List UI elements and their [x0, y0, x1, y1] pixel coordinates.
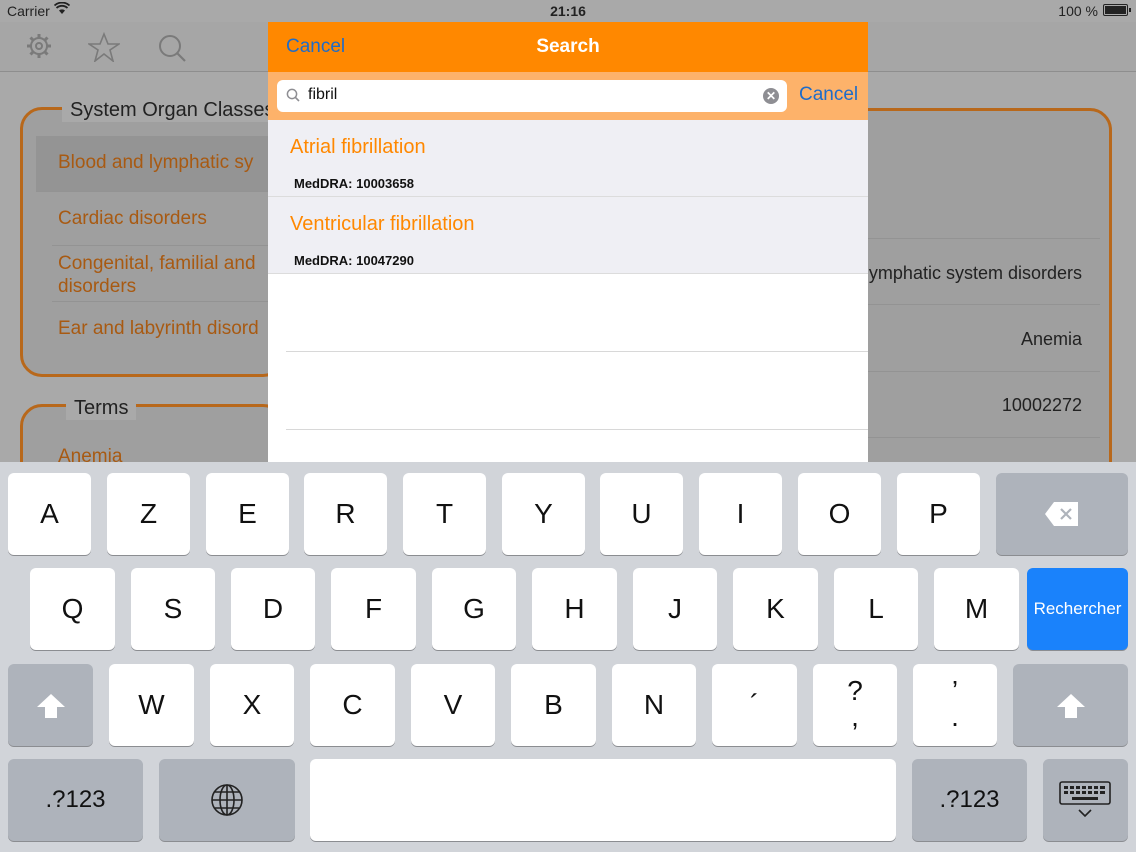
- globe-key[interactable]: [159, 759, 295, 841]
- key-m[interactable]: M: [934, 568, 1019, 650]
- key-question-comma[interactable]: ? ,: [813, 664, 897, 746]
- status-bar: Carrier 21:16 100 %: [0, 0, 1136, 22]
- key-h[interactable]: H: [532, 568, 617, 650]
- key-r[interactable]: R: [304, 473, 387, 555]
- globe-icon: [211, 784, 243, 816]
- search-bar: fibril ✕ Cancel: [268, 72, 868, 120]
- soc-panel-title: System Organ Classes: [62, 99, 283, 122]
- search-cancel-button[interactable]: Cancel: [799, 84, 858, 106]
- popover-title: Search: [536, 36, 600, 57]
- key-e[interactable]: E: [206, 473, 289, 555]
- shift-key-right[interactable]: [1013, 664, 1128, 746]
- search-input[interactable]: fibril ✕: [277, 80, 787, 112]
- search-popover: Cancel Search fibril ✕ Cancel Atrial fib…: [268, 22, 868, 462]
- search-icon[interactable]: [156, 32, 186, 62]
- key-p[interactable]: P: [897, 473, 980, 555]
- keyboard: A Z E R T Y U I O P Q S D F G H J K L M …: [0, 462, 1136, 852]
- shift-key[interactable]: [8, 664, 93, 746]
- shift-icon: [1057, 694, 1085, 718]
- list-item[interactable]: Ear and labyrinth disord: [52, 302, 268, 356]
- key-q[interactable]: Q: [30, 568, 115, 650]
- key-f[interactable]: F: [331, 568, 416, 650]
- key-o[interactable]: O: [798, 473, 881, 555]
- search-icon: [286, 88, 300, 102]
- result-code: MedDRA: 10003658: [294, 176, 414, 191]
- result-code: MedDRA: 10047290: [294, 253, 414, 268]
- list-item-label: disorders: [58, 276, 137, 297]
- space-key[interactable]: [310, 759, 896, 841]
- battery-percent: 100 %: [1058, 3, 1098, 19]
- keyboard-dismiss-icon: [1059, 781, 1111, 818]
- list-item[interactable]: Ventricular fibrillation MedDRA: 1004729…: [268, 197, 868, 274]
- gear-icon[interactable]: [24, 32, 54, 62]
- list-item[interactable]: Atrial fibrillation MedDRA: 10003658: [268, 120, 868, 197]
- detail-value: Anemia: [868, 305, 1100, 372]
- keyboard-dismiss-key[interactable]: [1043, 759, 1128, 841]
- list-item[interactable]: Congenital, familial and disorders: [52, 246, 268, 302]
- shift-icon: [37, 694, 65, 718]
- key-k[interactable]: K: [733, 568, 818, 650]
- key-w[interactable]: W: [109, 664, 194, 746]
- numbers-key[interactable]: .?123: [8, 759, 143, 841]
- clear-icon[interactable]: ✕: [763, 88, 779, 104]
- key-i[interactable]: I: [699, 473, 782, 555]
- search-key[interactable]: Rechercher: [1027, 568, 1128, 650]
- key-t[interactable]: T: [403, 473, 486, 555]
- key-x[interactable]: X: [210, 664, 294, 746]
- key-n[interactable]: N: [612, 664, 696, 746]
- key-apostrophe-period[interactable]: ’ .: [913, 664, 997, 746]
- key-l[interactable]: L: [834, 568, 918, 650]
- backspace-icon: [1045, 502, 1078, 526]
- battery-icon: [1103, 4, 1131, 16]
- key-accent[interactable]: ´: [712, 664, 797, 746]
- key-y[interactable]: Y: [502, 473, 585, 555]
- clock: 21:16: [550, 3, 586, 19]
- popover-nav-bar: Cancel Search: [268, 22, 868, 72]
- list-item[interactable]: Blood and lymphatic sy: [36, 136, 268, 192]
- key-c[interactable]: C: [310, 664, 395, 746]
- list-item-label: Congenital, familial and: [58, 253, 256, 274]
- key-bottom-char: .: [951, 701, 959, 732]
- key-b[interactable]: B: [511, 664, 596, 746]
- result-title: Ventricular fibrillation: [290, 213, 475, 235]
- empty-row: [286, 352, 868, 430]
- detail-value: 10002272: [868, 372, 1100, 438]
- key-bottom-char: ,: [851, 701, 859, 732]
- key-a[interactable]: A: [8, 473, 91, 555]
- list-item[interactable]: Cardiac disorders: [52, 192, 268, 246]
- key-u[interactable]: U: [600, 473, 683, 555]
- backspace-key[interactable]: [996, 473, 1128, 555]
- search-input-value: fibril: [308, 86, 338, 103]
- key-g[interactable]: G: [432, 568, 516, 650]
- results-list: Atrial fibrillation MedDRA: 10003658 Ven…: [268, 120, 868, 430]
- key-z[interactable]: Z: [107, 473, 190, 555]
- star-icon[interactable]: [86, 31, 122, 64]
- detail-value: ymphatic system disorders: [868, 238, 1100, 305]
- key-v[interactable]: V: [411, 664, 495, 746]
- key-j[interactable]: J: [633, 568, 717, 650]
- numbers-key-right[interactable]: .?123: [912, 759, 1027, 841]
- terms-panel-title: Terms: [66, 397, 137, 420]
- key-d[interactable]: D: [231, 568, 315, 650]
- result-title: Atrial fibrillation: [290, 136, 426, 158]
- key-s[interactable]: S: [131, 568, 215, 650]
- empty-row: [286, 274, 868, 352]
